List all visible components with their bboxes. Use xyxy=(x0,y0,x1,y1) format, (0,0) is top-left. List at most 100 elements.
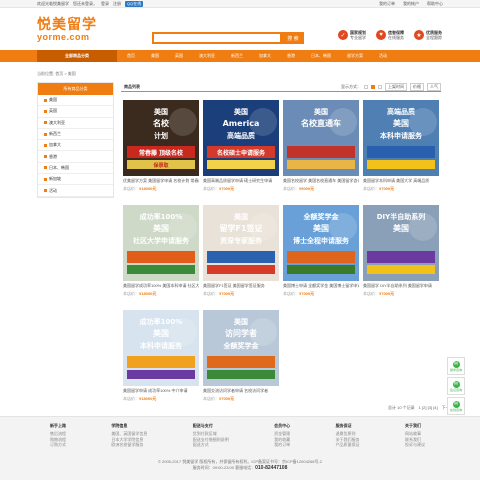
all-categories-button[interactable]: 全部商品分类 xyxy=(37,50,117,62)
footer-column: 关于我们 网站故事 联系我们 投诉与建议 xyxy=(405,423,425,448)
product-name[interactable]: 优美留学方案 美国留学申请 名校计划 常春藤 xyxy=(123,178,199,183)
footer-link[interactable]: 投诉与建议 xyxy=(405,442,425,448)
banner-text: 美国 xyxy=(234,317,248,326)
help-center-link[interactable]: 帮助中心 xyxy=(427,1,443,7)
register-link[interactable]: 注册 xyxy=(113,1,121,7)
text-view-icon[interactable] xyxy=(378,84,382,89)
product-image[interactable]: 全额奖学金 美国 博士全程申请服务 xyxy=(283,205,359,281)
product-image[interactable]: 美国 名校 计划 常春藤 顶级名校 保录取 xyxy=(123,100,199,176)
site-logo[interactable]: 悦美留学 yorme.com xyxy=(37,18,97,42)
banner-text: 访问学者 xyxy=(225,328,257,338)
footer-link[interactable]: 售后流程 xyxy=(50,431,66,437)
footer-column: 会员中心 资金管理 我的收藏 我的订单 xyxy=(274,423,290,448)
grid-view-icon[interactable] xyxy=(371,84,375,89)
sidebar-item-australia[interactable]: 澳大利亚 xyxy=(38,118,113,129)
sort-by-price[interactable]: 价格 xyxy=(410,82,424,91)
nav-item-home[interactable]: 首页 xyxy=(127,53,135,59)
pager-pages[interactable]: 1 [2] [3] [4] xyxy=(419,405,438,411)
sidebar-item-japan-korea[interactable]: 日本、韩国 xyxy=(38,163,113,175)
product-card[interactable]: 美国 访问学者 全额奖学金 美国交流访问学者申请 名校访问学者 本店价：¥7000元 xyxy=(201,310,279,415)
product-name[interactable]: 美国高端品质留学申请 硕士研究生申请 xyxy=(203,178,279,183)
nav-item-australia[interactable]: 澳大利亚 xyxy=(199,53,215,59)
pager-total: 总计 10 个记录 xyxy=(388,405,415,410)
footer-link[interactable]: 订购方式 xyxy=(50,442,66,448)
search-button[interactable]: 搜 索 xyxy=(282,32,304,44)
product-name[interactable]: 美国交流访问学者申请 名校访问学者 xyxy=(203,388,279,393)
footer-link[interactable]: 产品质量保证 xyxy=(336,442,360,448)
product-card[interactable]: 美国 America 高端品质 名校硕士申请服务 美国高端品质留学申请 硕士研究生申请本… xyxy=(201,100,279,205)
consult-study-button[interactable]: ✉ 留学咨询 xyxy=(447,357,465,375)
consult-visa-button[interactable]: ✉ 签证咨询 xyxy=(447,377,465,395)
footer-link[interactable]: 欧洲名校留学服务 xyxy=(111,442,147,448)
product-image[interactable]: DIY半自助系列 美国 xyxy=(363,205,439,281)
product-name[interactable]: 美国留学F1签证 美国留学签证服务 xyxy=(203,283,279,288)
header: 悦美留学 yorme.com 搜 索 ✓ 国家规划 专业留学 ♥ 信誉保障 在线服务… xyxy=(0,8,480,50)
sidebar-item-singapore[interactable]: 新加坡 xyxy=(38,174,113,186)
sort-by-time[interactable]: 上架时间 xyxy=(385,82,407,91)
nav-item-japan-korea[interactable]: 日本、韩国 xyxy=(311,53,331,59)
product-card[interactable]: 美国 名校直通车 美国名校留学 美国名校直通车 美国留学咨询 本店价：¥9000元 xyxy=(281,100,359,205)
sidebar-item-hongkong[interactable]: 香港 xyxy=(38,151,113,163)
consult-online-button[interactable]: ✉ 在线咨询 xyxy=(447,397,465,415)
nav-item-hongkong[interactable]: 香港 xyxy=(287,53,295,59)
search-input[interactable] xyxy=(152,32,282,44)
price-label: 本店价： xyxy=(363,186,379,191)
product-card[interactable]: 高端品质 美国 本科申请服务 美国留学本科申请 美国大学 高端品质 本店价：¥7000元 xyxy=(361,100,439,205)
product-name[interactable]: 美国留学 DIY半自助系列 美国留学申请 xyxy=(363,283,439,288)
product-card[interactable]: 全额奖学金 美国 博士全程申请服务 美国博士申请 全额奖学金 美国博士留学申请 本店价：… xyxy=(281,205,359,310)
footer-link[interactable]: 资金管理 xyxy=(274,431,290,437)
qq-online-button[interactable]: QQ在线 xyxy=(125,0,144,7)
product-name[interactable]: 美国留学申请 成功率100% 中介申请 xyxy=(123,388,199,393)
product-image[interactable]: 高端品质 美国 本科申请服务 xyxy=(363,100,439,176)
product-name[interactable]: 美国留学成功率100% 美国本科申请 社区大学 xyxy=(123,283,199,288)
badge-trust: ♥ 信誉保障 在线服务 xyxy=(376,30,404,40)
banner-text: 美国 xyxy=(153,223,169,233)
product-card[interactable]: DIY半自助系列 美国 美国留学 DIY半自助系列 美国留学申请 本店价：¥7000元 xyxy=(361,205,439,310)
product-card[interactable]: 美国 留学F1签证 资深专家服务 美国留学F1签证 美国留学签证服务 本店价：¥7000… xyxy=(201,205,279,310)
my-account-link[interactable]: 我的帐户 xyxy=(403,1,419,7)
product-name[interactable]: 美国留学本科申请 美国大学 高端品质 xyxy=(363,178,439,183)
login-link[interactable]: 登录 xyxy=(101,1,109,7)
sidebar-item-usa[interactable]: 美国 xyxy=(38,95,113,107)
list-view-icon[interactable] xyxy=(364,84,368,89)
product-image[interactable]: 美国 名校直通车 xyxy=(283,100,359,176)
product-image[interactable]: 成功率100% 美国 本科申请服务 xyxy=(123,310,199,386)
price-value: ¥7000元 xyxy=(219,396,235,401)
footer-link[interactable]: 美国、英国留学信息 xyxy=(111,431,147,437)
product-name[interactable]: 美国名校留学 美国名校直通车 美国留学咨询 xyxy=(283,178,359,183)
product-card[interactable]: 成功率100% 美国 本科申请服务 美国留学申请 成功率100% 中介申请 本店价：¥1… xyxy=(121,310,199,415)
product-banner: 全额奖学金美国博士全程申请服务 xyxy=(283,205,359,281)
nav-item-newzealand[interactable]: 新西兰 xyxy=(231,53,243,59)
banner-text: 美国 xyxy=(314,107,328,116)
nav-item-plans[interactable]: 留学方案 xyxy=(347,53,363,59)
list-title: 商品列表 xyxy=(124,83,140,89)
sort-by-popularity[interactable]: 人气 xyxy=(427,82,441,91)
product-card[interactable]: 美国 名校 计划 常春藤 顶级名校 保录取 优美留学方案 美国留学申请 名校计划 常春藤本… xyxy=(121,100,199,205)
phone-label: 客服电话： xyxy=(235,465,256,470)
nav-item-events[interactable]: 活动 xyxy=(379,53,387,59)
sidebar-item-events[interactable]: 活动 xyxy=(38,185,113,197)
sidebar-item-uk[interactable]: 英国 xyxy=(38,106,113,118)
nav-item-uk[interactable]: 英国 xyxy=(175,53,183,59)
product-image[interactable]: 美国 America 高端品质 名校硕士申请服务 xyxy=(203,100,279,176)
product-image[interactable]: 美国 留学F1签证 资深专家服务 xyxy=(203,205,279,281)
product-banner: 成功率100% 美国本科申请服务 xyxy=(123,310,199,386)
product-image[interactable]: 成功率100% 美国 社区大学申请服务 xyxy=(123,205,199,281)
nav-item-canada[interactable]: 加拿大 xyxy=(259,53,271,59)
my-orders-link[interactable]: 我的订单 xyxy=(379,1,395,7)
product-name[interactable]: 美国博士申请 全额奖学金 美国博士留学申请 xyxy=(283,283,359,288)
sidebar-item-canada[interactable]: 加拿大 xyxy=(38,140,113,152)
banner-text: 美国 xyxy=(393,223,409,233)
sidebar-item-newzealand[interactable]: 新西兰 xyxy=(38,129,113,141)
price-label: 本店价： xyxy=(203,396,219,401)
float-label: 留学咨询 xyxy=(449,367,462,372)
check-icon: ✓ xyxy=(338,30,348,40)
product-card[interactable]: 成功率100% 美国 社区大学申请服务美国留学成功率100% 美国本科申请 社区大学… xyxy=(121,205,199,310)
nav-item-usa[interactable]: 美国 xyxy=(151,53,159,59)
product-image[interactable]: 美国 访问学者 全额奖学金 xyxy=(203,310,279,386)
footer-link[interactable]: 配送方式 xyxy=(193,442,229,448)
footer-column-title: 学院信息 xyxy=(111,423,128,428)
chat-icon: ✉ xyxy=(452,400,460,408)
price-label: 本店价： xyxy=(363,291,379,296)
footer-link[interactable]: 我的订单 xyxy=(274,442,290,448)
